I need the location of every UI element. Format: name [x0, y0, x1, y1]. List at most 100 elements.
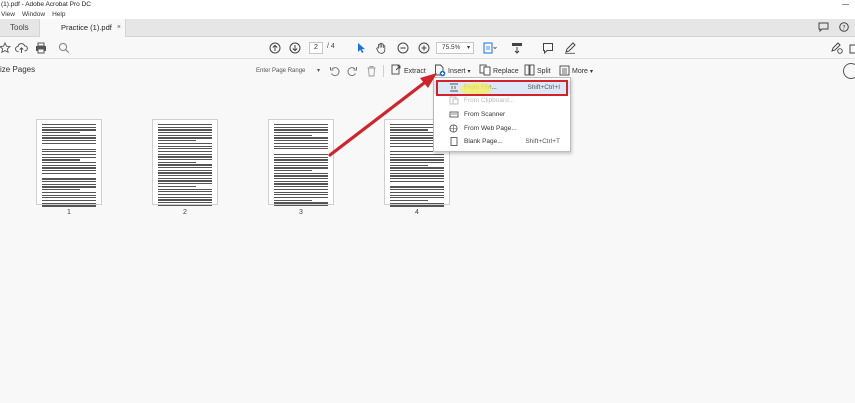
thumbnail-text-line	[42, 194, 96, 196]
thumbnail-text-line	[390, 159, 444, 161]
organize-pages-toolbar: ize Pages Enter Page Range ▾ Extract Ins…	[0, 60, 855, 82]
page-number-label: 4	[415, 209, 419, 216]
replace-button[interactable]: Replace	[479, 64, 519, 78]
thumbnail-text-line	[274, 153, 328, 156]
hand-tool-icon[interactable]	[374, 41, 388, 55]
thumbnail-text-line	[158, 201, 212, 204]
tab-bar: Tools Practice (1).pdf × ?	[0, 19, 855, 38]
search-icon[interactable]	[57, 41, 71, 55]
thumbnail-text-line	[158, 177, 212, 180]
page-number-label: 1	[67, 209, 71, 216]
menu-item-from-scanner[interactable]: From Scanner	[434, 108, 570, 121]
minimize-icon[interactable]: —	[842, 0, 849, 10]
next-page-icon[interactable]	[288, 41, 302, 55]
zoom-level-select[interactable]: 75.5% ▾	[436, 42, 474, 54]
thumbnail-text-line	[158, 150, 212, 153]
thumbnail-text-line	[390, 172, 444, 174]
delete-icon[interactable]	[364, 64, 378, 78]
red-annotation-box	[436, 80, 568, 96]
zoom-out-icon[interactable]	[396, 41, 410, 55]
thumbnail-text-line	[274, 137, 328, 139]
comment-bubble-icon[interactable]	[818, 22, 829, 34]
thumbnail-text-line	[42, 170, 96, 172]
thumbnail-text-line	[158, 196, 212, 198]
rotate-left-icon[interactable]	[328, 64, 342, 78]
zoom-level-value: 75.5%	[442, 44, 461, 51]
page-range-placeholder: Enter Page Range	[256, 68, 306, 74]
split-icon	[524, 64, 535, 78]
tab-document-label: Practice (1).pdf	[61, 23, 112, 32]
select-cursor-icon[interactable]	[354, 41, 368, 55]
thumbnail-text-line	[274, 145, 328, 147]
thumbnail-text-line	[42, 186, 96, 188]
page-number-label: 3	[299, 209, 303, 216]
thumbnail-text-line	[390, 170, 444, 172]
page-thumbnail[interactable]	[268, 119, 334, 207]
tab-close-icon[interactable]: ×	[117, 19, 121, 37]
more-label: More	[572, 67, 588, 75]
web-page-icon	[449, 124, 459, 133]
thumbnail-text-line	[390, 197, 444, 199]
page-total: / 4	[327, 43, 335, 50]
scanner-icon	[449, 110, 459, 119]
thumbnail-text-line	[274, 196, 328, 199]
zoom-in-icon[interactable]	[417, 41, 431, 55]
thumbnail-text-line	[42, 142, 96, 145]
thumbnail-text-line	[158, 164, 212, 166]
pen-sign-icon[interactable]	[563, 41, 577, 55]
print-icon[interactable]	[34, 41, 48, 55]
split-button[interactable]: Split	[524, 64, 551, 78]
rotate-right-icon[interactable]	[345, 64, 359, 78]
previous-page-icon[interactable]	[268, 41, 282, 55]
thumbnail-text-line	[42, 137, 96, 139]
thumbnail-text-line	[390, 191, 444, 194]
page-number-input[interactable]: 2	[309, 42, 323, 54]
thumbnail-text-line	[158, 132, 212, 134]
thumbnail-text-line	[274, 170, 312, 172]
cloud-upload-icon[interactable]	[14, 41, 28, 55]
thumbnail-text-line	[158, 158, 212, 161]
thumbnail-text-line	[274, 178, 328, 180]
close-organize-icon[interactable]	[843, 63, 855, 79]
share-icon[interactable]	[847, 41, 855, 55]
thumbnail-text-line	[42, 159, 80, 161]
page-fit-icon[interactable]	[483, 41, 497, 55]
menu-item-blank-page[interactable]: Blank Page... Shift+Ctrl+T	[434, 135, 570, 148]
thumbnail-text-line	[390, 180, 444, 183]
thumbnail-text-line	[158, 188, 212, 190]
fill-sign-icon[interactable]	[829, 41, 843, 55]
page-thumbnails-area: 1 2 3 4	[0, 82, 855, 403]
thumbnail-text-line	[390, 175, 444, 177]
thumbnail-text-line	[42, 199, 96, 202]
menu-item-label: From Web Page...	[464, 125, 517, 132]
more-button[interactable]: More ▾	[559, 64, 593, 78]
thumbnail-text-line	[274, 199, 312, 201]
thumbnail-text-line	[390, 189, 444, 191]
thumbnail-text-line	[274, 140, 328, 142]
thumbnail-text-line	[390, 156, 444, 158]
chevron-down-icon: ▾	[466, 45, 470, 51]
thumbnail-text-line	[42, 189, 80, 191]
page-thumbnail[interactable]	[152, 119, 218, 206]
menu-item-label: From Scanner	[464, 111, 506, 118]
comment-icon[interactable]	[541, 41, 555, 55]
chevron-down-icon: ▾	[316, 68, 320, 74]
thumbnail-text-line	[158, 169, 212, 171]
help-icon[interactable]: ?	[839, 22, 849, 34]
tab-document[interactable]: Practice (1).pdf ×	[39, 19, 126, 38]
tab-tools[interactable]: Tools	[0, 19, 38, 37]
thumbnail-text-line	[42, 197, 96, 199]
star-icon[interactable]	[0, 41, 12, 55]
menu-item-from-web-page[interactable]: From Web Page...	[434, 122, 570, 135]
extract-button[interactable]: Extract	[391, 64, 426, 78]
thumbnail-text-line	[42, 129, 96, 131]
page-thumbnail[interactable]	[36, 119, 102, 207]
thumbnail-text-line	[390, 186, 444, 188]
thumbnail-text-line	[42, 181, 96, 183]
page-range-select[interactable]: Enter Page Range ▾	[256, 65, 320, 77]
insert-button[interactable]: Insert ▾	[434, 64, 471, 78]
scroll-mode-icon[interactable]	[510, 41, 524, 55]
blank-page-icon	[449, 137, 459, 146]
chevron-down-icon: ▾	[589, 68, 593, 75]
thumbnail-text-line	[274, 134, 312, 137]
